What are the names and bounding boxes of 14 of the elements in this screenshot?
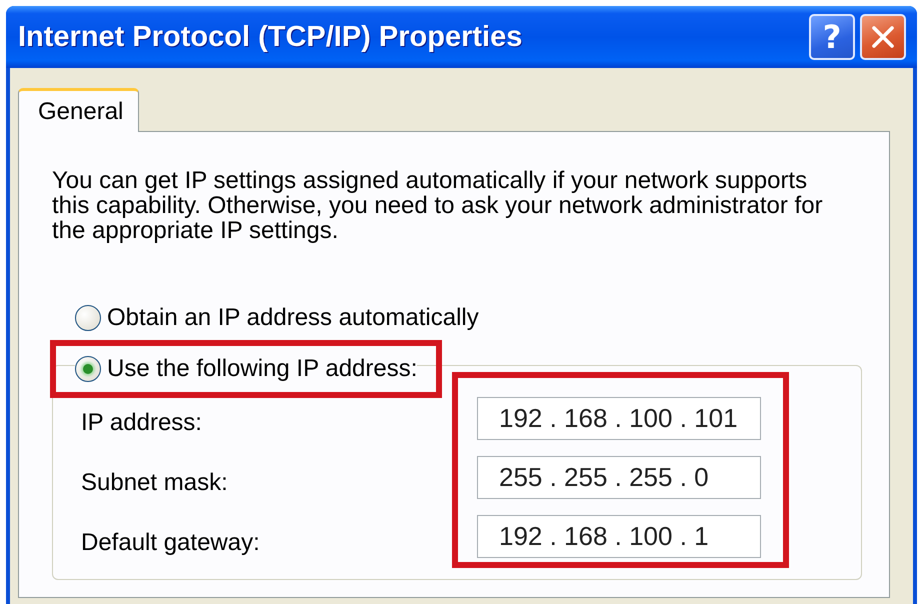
ip-address-field[interactable]: 255 . 255 . 255 . 0 (477, 456, 761, 499)
field-label: Subnet mask: (81, 468, 229, 498)
ip-address-field[interactable]: 192 . 168 . 100 . 1 (477, 515, 761, 558)
field-label: IP address: (81, 408, 203, 438)
radio-option[interactable]: Use the following IP address: (50, 340, 442, 398)
close-icon (871, 25, 895, 49)
window-title: Internet Protocol (TCP/IP) Properties (18, 20, 524, 54)
field-label: Default gateway: (81, 528, 261, 558)
radio-option[interactable]: Obtain an IP address automatically (75, 304, 479, 332)
tab[interactable]: General (18, 88, 140, 132)
close-button[interactable] (860, 14, 906, 60)
ip-address-field[interactable]: 192 . 168 . 100 . 101 (477, 397, 761, 440)
help-button[interactable]: ? (809, 14, 855, 60)
description-text: You can get IP settings assigned automatically if your network supports this capability. Otherwise, you need to ask your network administrator for the appropriate IP settings. (52, 168, 824, 243)
